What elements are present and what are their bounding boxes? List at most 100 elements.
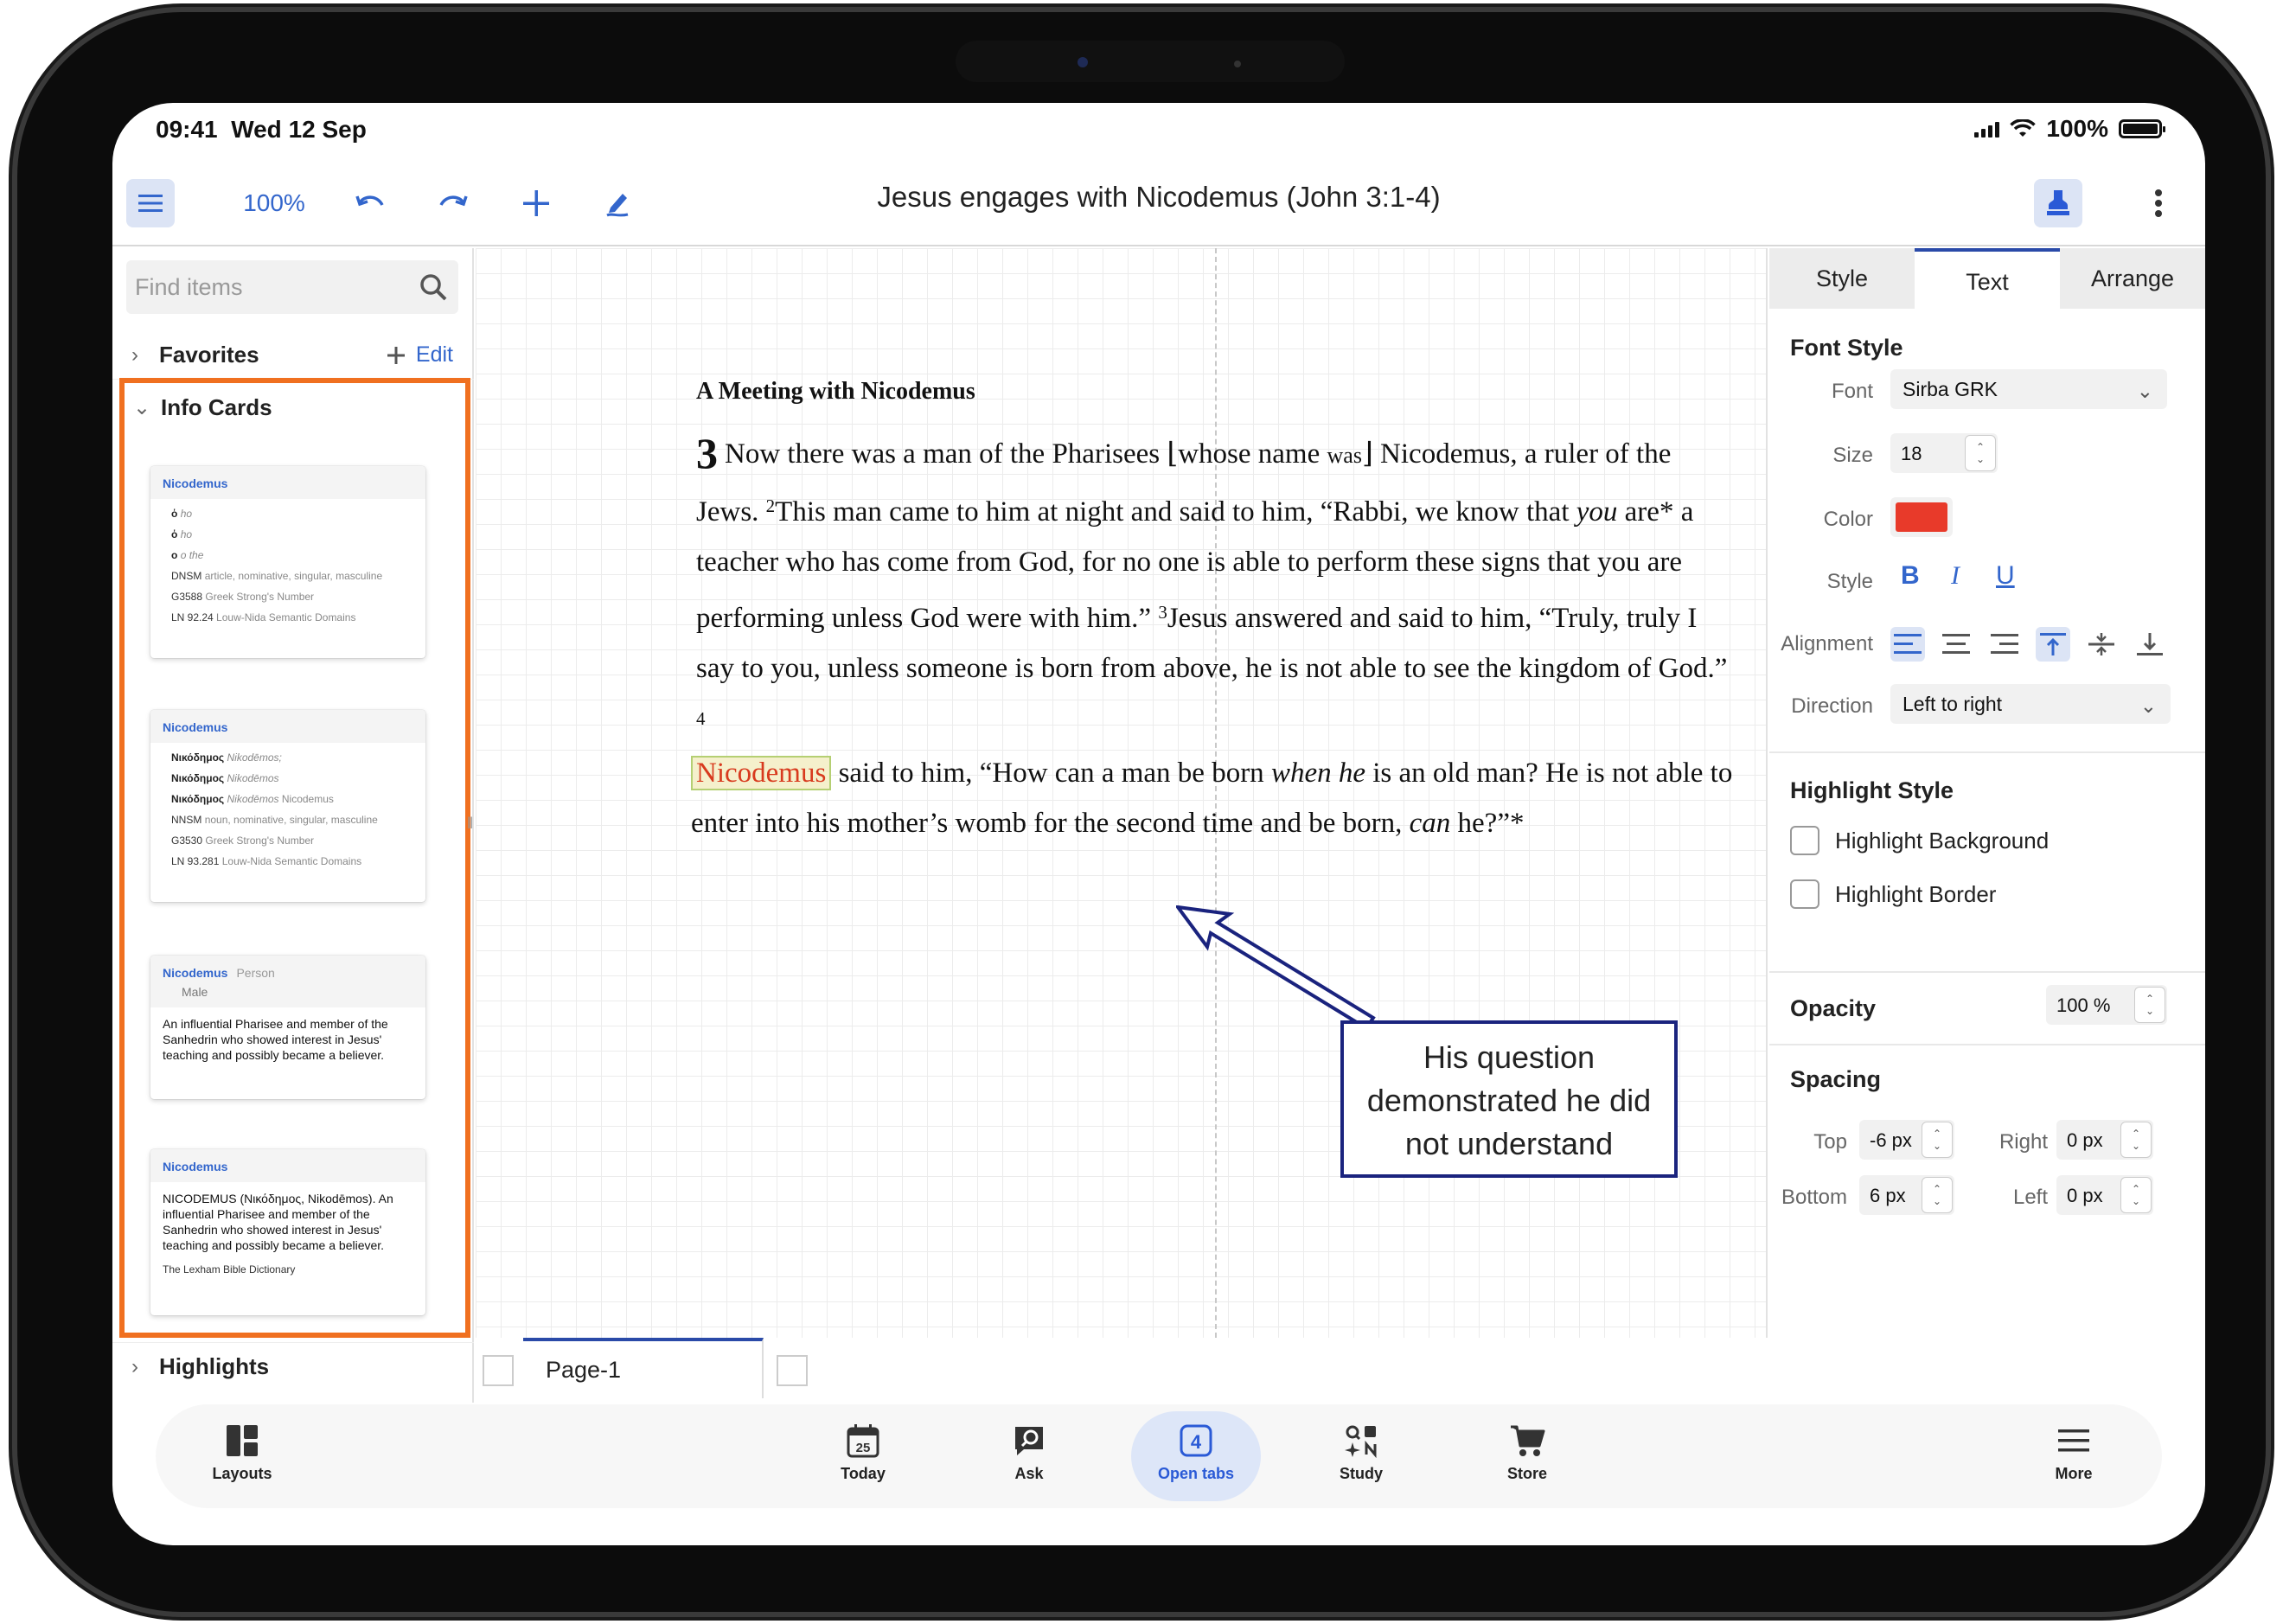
callout-textbox[interactable]: His question demonstrated he did not und… (1340, 1020, 1678, 1178)
passage-paragraph: 3 Now there was a man of the Pharisees ⌊w… (696, 429, 1728, 729)
info-card-title: Nicodemus (163, 966, 228, 980)
info-card-header: Nicodemus (150, 1149, 425, 1182)
highlighted-word-nicodemus[interactable]: Nicodemus (691, 756, 832, 790)
dock-store[interactable]: Store (1475, 1423, 1579, 1483)
chevron-down-icon: ⌄ (2139, 694, 2157, 717)
spacing-right-stepper[interactable]: ⌃ ⌄ (2120, 1122, 2152, 1158)
spacing-top-label: Top (1813, 1130, 1847, 1154)
morph-row: Νικόδημος Nikodēmos Nicodemus (171, 793, 334, 805)
bottom-dock: Layouts 25 Today Ask 4 Open tabs Study S… (156, 1404, 2162, 1508)
info-card[interactable]: Nicodemus Person Male An influential Phar… (150, 956, 425, 1099)
wifi-icon (2010, 119, 2037, 137)
camera-lens (1078, 57, 1088, 67)
layout-canvas[interactable]: ‖ A Meeting with Nicodemus 3 Now there wa… (467, 248, 1768, 1338)
morph-row: Νικόδημος Nikodēmos; (171, 751, 282, 764)
opacity-stepper[interactable]: ⌃ ⌄ (2134, 987, 2165, 1023)
info-card-title: Nicodemus (163, 1160, 228, 1173)
highlights-section-header[interactable]: › Highlights (112, 1342, 474, 1391)
morph-row: ὁ ho (171, 528, 193, 540)
menu-icon (2058, 1429, 2089, 1452)
layouts-icon (227, 1425, 258, 1456)
scripture-text-box[interactable]: A Meeting with Nicodemus 3 Now there was … (691, 378, 1734, 848)
font-select[interactable]: Sirba GRK ⌄ (1890, 369, 2167, 409)
inspector-toggle-button[interactable] (2034, 179, 2082, 227)
spacing-top-value: -6 px (1870, 1129, 1912, 1151)
size-value: 18 (1901, 443, 1922, 464)
spacing-top-field[interactable]: -6 px ⌃ ⌄ (1859, 1120, 1954, 1160)
dock-more[interactable]: More (2022, 1423, 2126, 1483)
spacing-top-stepper[interactable]: ⌃ ⌄ (1922, 1122, 1953, 1158)
info-card[interactable]: Nicodemus Νικόδημος Nikodēmos; Νικόδημος… (150, 710, 425, 902)
dock-today[interactable]: 25 Today (811, 1423, 915, 1483)
dock-study[interactable]: Study (1309, 1423, 1413, 1483)
spacing-left-stepper[interactable]: ⌃ ⌄ (2120, 1177, 2152, 1213)
battery-percent: 100% (2046, 115, 2108, 142)
underline-button[interactable]: U (1996, 561, 2015, 591)
ipad-frame: 09:41 Wed 12 Sep 100% 100% Jesus engages… (17, 12, 2266, 1612)
favorites-edit-button[interactable]: Edit (387, 342, 453, 368)
direction-select[interactable]: Left to right ⌄ (1890, 684, 2171, 724)
page-prev-button[interactable] (483, 1355, 514, 1386)
color-swatch-fill (1896, 502, 1947, 532)
dock-layouts-label: Layouts (212, 1465, 272, 1482)
search-box (126, 260, 458, 314)
size-field[interactable]: 18 ⌃ ⌄ (1890, 433, 1998, 473)
page-tab-bar: Page-1 (476, 1338, 1768, 1403)
spacing-right-value: 0 px (2067, 1129, 2103, 1151)
dock-ask-label: Ask (1014, 1465, 1044, 1482)
status-bar: 09:41 Wed 12 Sep 100% (112, 103, 2205, 155)
align-right-button[interactable] (1987, 627, 2022, 662)
dock-open-tabs[interactable]: 4 Open tabs (1131, 1411, 1261, 1501)
spacing-left-field[interactable]: 0 px ⌃ ⌄ (2056, 1175, 2153, 1215)
align-left-button[interactable] (1890, 627, 1925, 662)
svg-text:25: 25 (856, 1441, 871, 1455)
highlight-border-checkbox[interactable] (1790, 879, 1819, 909)
dock-ask[interactable]: Ask (977, 1423, 1081, 1483)
tab-text[interactable]: Text (1915, 248, 2060, 309)
passage-heading: A Meeting with Nicodemus (696, 378, 975, 405)
camera-housing (956, 41, 1345, 82)
valign-bottom-button[interactable] (2133, 627, 2167, 662)
dock-study-label: Study (1339, 1465, 1383, 1482)
screen: 09:41 Wed 12 Sep 100% 100% Jesus engages… (112, 103, 2205, 1545)
sidebar-resize-handle[interactable]: ‖ (467, 815, 473, 833)
opacity-field[interactable]: 100 % ⌃ ⌄ (2046, 985, 2167, 1025)
info-card[interactable]: Nicodemus NICODEMUS (Νικόδημος, Nikodēmo… (150, 1149, 425, 1315)
morph-row: LN 93.281 Louw-Nida Semantic Domains (171, 855, 362, 867)
left-sidebar: › Favorites Edit ⌄ Info Cards Nicodemus (112, 248, 474, 1403)
info-card-header: Nicodemus (150, 466, 425, 499)
page-tab[interactable]: Page-1 (523, 1338, 764, 1398)
cellular-signal-icon (1974, 120, 2000, 137)
document-title: Jesus engages with Nicodemus (John 3:1-4… (877, 181, 1441, 213)
valign-top-button[interactable] (2036, 627, 2070, 662)
more-options-button[interactable] (2134, 179, 2183, 227)
spacing-right-field[interactable]: 0 px ⌃ ⌄ (2056, 1120, 2153, 1160)
info-card-header: Nicodemus (150, 710, 425, 743)
highlight-background-option[interactable]: Highlight Background (1790, 826, 2049, 855)
align-center-button[interactable] (1939, 627, 1973, 662)
chapter-number: 3 (696, 429, 718, 477)
bold-button[interactable]: B (1901, 561, 1920, 591)
search-icon[interactable] (419, 272, 448, 302)
spacing-bottom-stepper[interactable]: ⌃ ⌄ (1922, 1177, 1953, 1213)
add-page-button[interactable] (777, 1355, 808, 1386)
info-cards-section-header[interactable]: ⌄ Info Cards (125, 383, 465, 432)
tab-style[interactable]: Style (1769, 248, 1915, 309)
highlight-border-option[interactable]: Highlight Border (1790, 879, 1996, 909)
info-card[interactable]: Nicodemus ὁ ho ὁ ho ο o the DNSM article… (150, 466, 425, 658)
morph-row: Νικόδημος Nikodēmos (171, 772, 279, 784)
search-input[interactable] (135, 267, 412, 307)
italic-button[interactable]: I (1951, 561, 1960, 591)
verse-number: 3 (1158, 602, 1167, 623)
color-swatch[interactable] (1890, 497, 1953, 537)
dock-layouts[interactable]: Layouts (190, 1423, 294, 1483)
tab-arrange[interactable]: Arrange (2060, 248, 2205, 309)
highlight-border-label: Highlight Border (1835, 880, 1997, 907)
info-card-title: Nicodemus (163, 476, 228, 490)
favorites-section-header[interactable]: › Favorites Edit (112, 331, 474, 380)
size-stepper[interactable]: ⌃ ⌄ (1965, 435, 1996, 471)
spacing-bottom-field[interactable]: 6 px ⌃ ⌄ (1859, 1175, 1954, 1215)
highlight-background-checkbox[interactable] (1790, 826, 1819, 855)
valign-middle-button[interactable] (2084, 627, 2119, 662)
status-time: 09:41 Wed 12 Sep (156, 116, 367, 143)
